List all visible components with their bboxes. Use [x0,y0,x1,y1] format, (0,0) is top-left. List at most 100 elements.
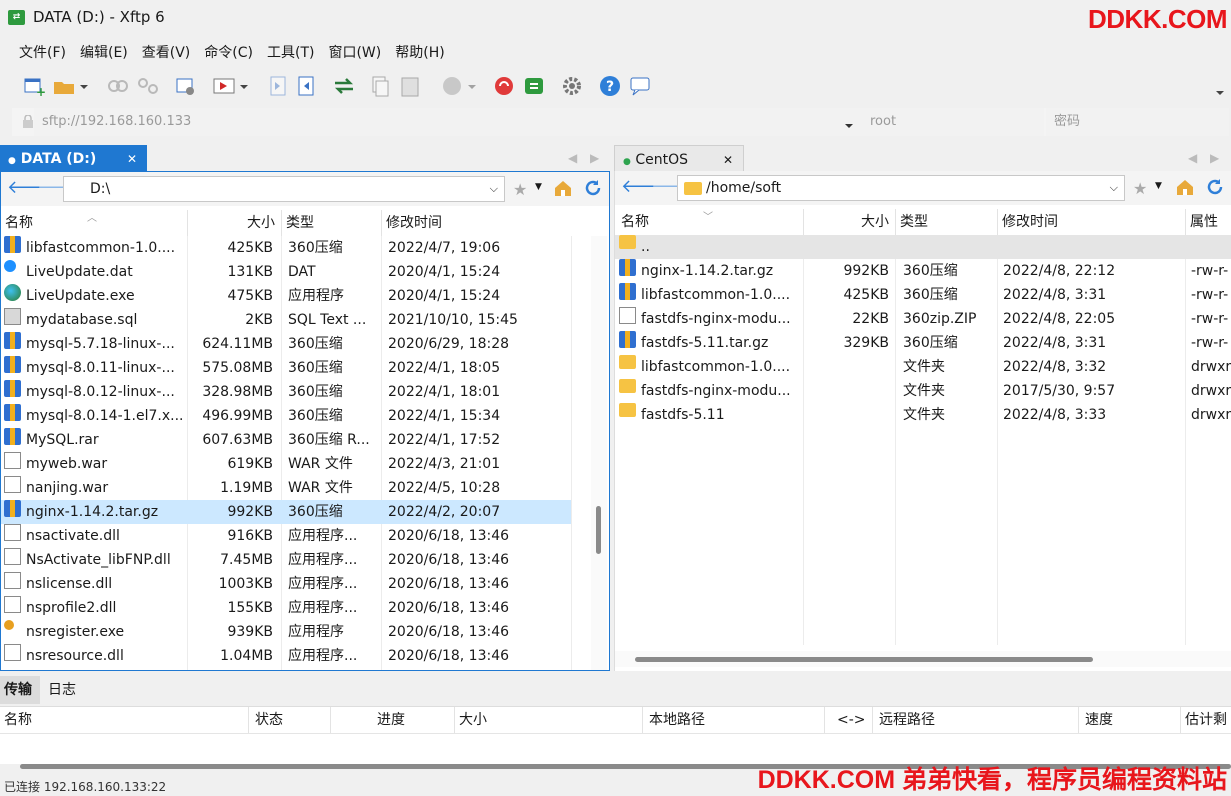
sync-icon[interactable] [332,74,356,98]
menu-command[interactable]: 命令(C) [197,40,260,64]
transfer-icon[interactable] [212,74,236,98]
home-icon[interactable] [1175,179,1195,195]
col-type[interactable]: 类型 [895,209,997,235]
col-tr-direction[interactable]: <-> [824,707,866,733]
chevron-down-icon[interactable]: ⌵ [1110,176,1118,200]
table-row[interactable]: mysql-8.0.14-1.el7.x... 496.99MB 360压缩 2022… [1,404,571,428]
table-row[interactable]: mysql-8.0.12-linux-... 328.98MB 360压缩 2022/… [1,380,571,404]
col-tr-progress[interactable]: 进度 [330,707,405,733]
table-row[interactable]: mydatabase.sql 2KB SQL Text ... 2021/10/10,… [1,308,571,332]
chevron-down-icon[interactable]: ▼ [1155,181,1162,191]
table-row[interactable]: mysql-5.7.18-linux-... 624.11MB 360压缩 2020/… [1,332,571,356]
table-row[interactable]: LiveUpdate.dat 131KB DAT 2020/4/1, 15:24 [1,260,571,284]
table-row[interactable]: .. [615,235,1231,259]
refresh-icon[interactable] [583,178,603,198]
paste-icon[interactable] [398,74,422,98]
home-icon[interactable] [553,180,573,196]
connect-icon[interactable] [106,74,130,98]
right-hscroll-thumb[interactable] [635,657,1093,662]
star-icon[interactable]: ★ [513,180,527,199]
refresh-icon[interactable] [1205,177,1225,197]
password-input[interactable]: 密码 [1046,108,1229,136]
table-row[interactable]: libfastcommon-1.0.... 425KB 360压缩 2022/4/8,… [615,283,1231,307]
menu-view[interactable]: 查看(V) [135,40,198,64]
col-tr-size[interactable]: 大小 [454,707,487,733]
chevron-down-icon[interactable]: ⌵ [490,177,498,201]
table-row[interactable]: fastdfs-5.11 文件夹 2022/4/8, 3:33 drwxr [615,403,1231,427]
table-row[interactable]: nginx-1.14.2.tar.gz 992KB 360压缩 2022/4/8, 2… [615,259,1231,283]
chevron-down-icon[interactable] [844,118,854,128]
xftp-icon[interactable] [522,74,546,98]
chevron-down-icon[interactable] [78,74,90,98]
new-session-icon[interactable]: + [22,74,46,99]
disconnect-icon[interactable] [136,74,160,98]
left-scrollbar[interactable] [591,236,607,670]
col-tr-speed[interactable]: 速度 [1078,707,1113,733]
left-scroll-thumb[interactable] [596,506,601,554]
close-icon[interactable]: ✕ [127,145,137,173]
record-icon[interactable] [440,74,464,98]
help-icon[interactable]: ? [598,74,622,98]
tab-scroll-left-icon[interactable]: ◀ [568,151,577,165]
col-tr-eta[interactable]: 估计剩 [1180,707,1227,733]
table-row[interactable]: NsActivate_libFNP.dll 7.45MB 应用程序... 2020/6… [1,548,571,572]
table-row[interactable]: myweb.war 619KB WAR 文件 2022/4/3, 21:01 [1,452,571,476]
col-size[interactable]: 大小 [803,209,895,235]
open-folder-icon[interactable] [52,74,76,98]
menu-tools[interactable]: 工具(T) [260,40,321,64]
settings-icon[interactable] [560,74,584,98]
tab-remote-centos[interactable]: ● CentOS ✕ [614,145,744,173]
table-row[interactable]: nanjing.war 1.19MB WAR 文件 2022/4/5, 10:28 [1,476,571,500]
table-row[interactable]: nsregister.exe 939KB 应用程序 2020/6/18, 13:46 [1,620,571,644]
table-row[interactable]: nsprofile2.dll 155KB 应用程序... 2020/6/18, 13:… [1,596,571,620]
table-row[interactable]: mysql-8.0.11-linux-... 575.08MB 360压缩 2022/… [1,356,571,380]
col-modified[interactable]: 修改时间 [997,209,1185,235]
table-row[interactable]: fastdfs-5.11.tar.gz 329KB 360压缩 2022/4/8, 3… [615,331,1231,355]
tab-scroll-right-icon[interactable]: ▶ [1210,151,1219,165]
chat-icon[interactable] [628,74,652,98]
col-type[interactable]: 类型 [281,210,381,236]
chevron-down-icon[interactable] [466,74,478,98]
close-icon[interactable]: ✕ [723,146,733,174]
tab-local-data[interactable]: ● DATA (D:) ✕ [0,145,147,173]
left-path-input[interactable]: D:\ ⌵ [63,176,505,202]
tab-scroll-right-icon[interactable]: ▶ [590,151,599,165]
col-tr-name[interactable]: 名称 [4,707,32,733]
col-attr[interactable]: 属性 [1185,209,1231,235]
tab-log[interactable]: 日志 [48,676,76,704]
download-icon[interactable] [294,74,318,98]
col-size[interactable]: 大小 [187,210,281,236]
host-input[interactable]: sftp://192.168.160.133 [34,108,862,136]
col-modified[interactable]: 修改时间 [381,210,571,236]
table-row[interactable]: libfastcommon-1.0.... 425KB 360压缩 2022/4/7,… [1,236,571,260]
table-row[interactable]: nsactivate.dll 916KB 应用程序... 2020/6/18, 13:… [1,524,571,548]
table-row[interactable]: LiveUpdate.exe 475KB 应用程序 2020/4/1, 15:24 [1,284,571,308]
right-path-input[interactable]: /home/soft ⌵ [677,175,1125,201]
menu-edit[interactable]: 编辑(E) [73,40,135,64]
menu-file[interactable]: 文件(F) [12,40,73,64]
table-row[interactable]: libfastcommon-1.0.... 文件夹 2022/4/8, 3:32 dr… [615,355,1231,379]
right-hscrollbar[interactable] [615,651,1231,667]
chevron-down-icon[interactable] [1214,80,1226,104]
chevron-down-icon[interactable] [238,74,250,98]
menu-window[interactable]: 窗口(W) [321,40,388,64]
xshell-icon[interactable] [492,74,516,98]
table-row[interactable]: MySQL.rar 607.63MB 360压缩 R... 2022/4/1, 17:… [1,428,571,452]
col-tr-remote[interactable]: 远程路径 [872,707,935,733]
table-row[interactable]: nslicense.dll 1003KB 应用程序... 2020/6/18, 13:… [1,572,571,596]
table-row[interactable]: nginx-1.14.2.tar.gz 992KB 360压缩 2022/4/2, 2… [1,500,571,524]
col-tr-status[interactable]: 状态 [248,707,283,733]
user-input[interactable]: root [862,108,1044,136]
copy-icon[interactable] [368,74,392,98]
table-row[interactable]: nsresource.dll 1.04MB 应用程序... 2020/6/18, 13… [1,644,571,668]
chevron-down-icon[interactable]: ▼ [535,182,542,192]
tab-scroll-left-icon[interactable]: ◀ [1188,151,1197,165]
table-row[interactable]: fastdfs-nginx-modu... 22KB 360zip.ZIP 2022/… [615,307,1231,331]
tab-transfer[interactable]: 传输 [0,676,40,704]
properties-icon[interactable] [174,74,198,98]
table-row[interactable]: fastdfs-nginx-modu... 文件夹 2017/5/30, 9:57 d… [615,379,1231,403]
col-tr-local[interactable]: 本地路径 [642,707,705,733]
upload-icon[interactable] [266,74,290,98]
star-icon[interactable]: ★ [1133,179,1147,198]
menu-help[interactable]: 帮助(H) [388,40,451,64]
